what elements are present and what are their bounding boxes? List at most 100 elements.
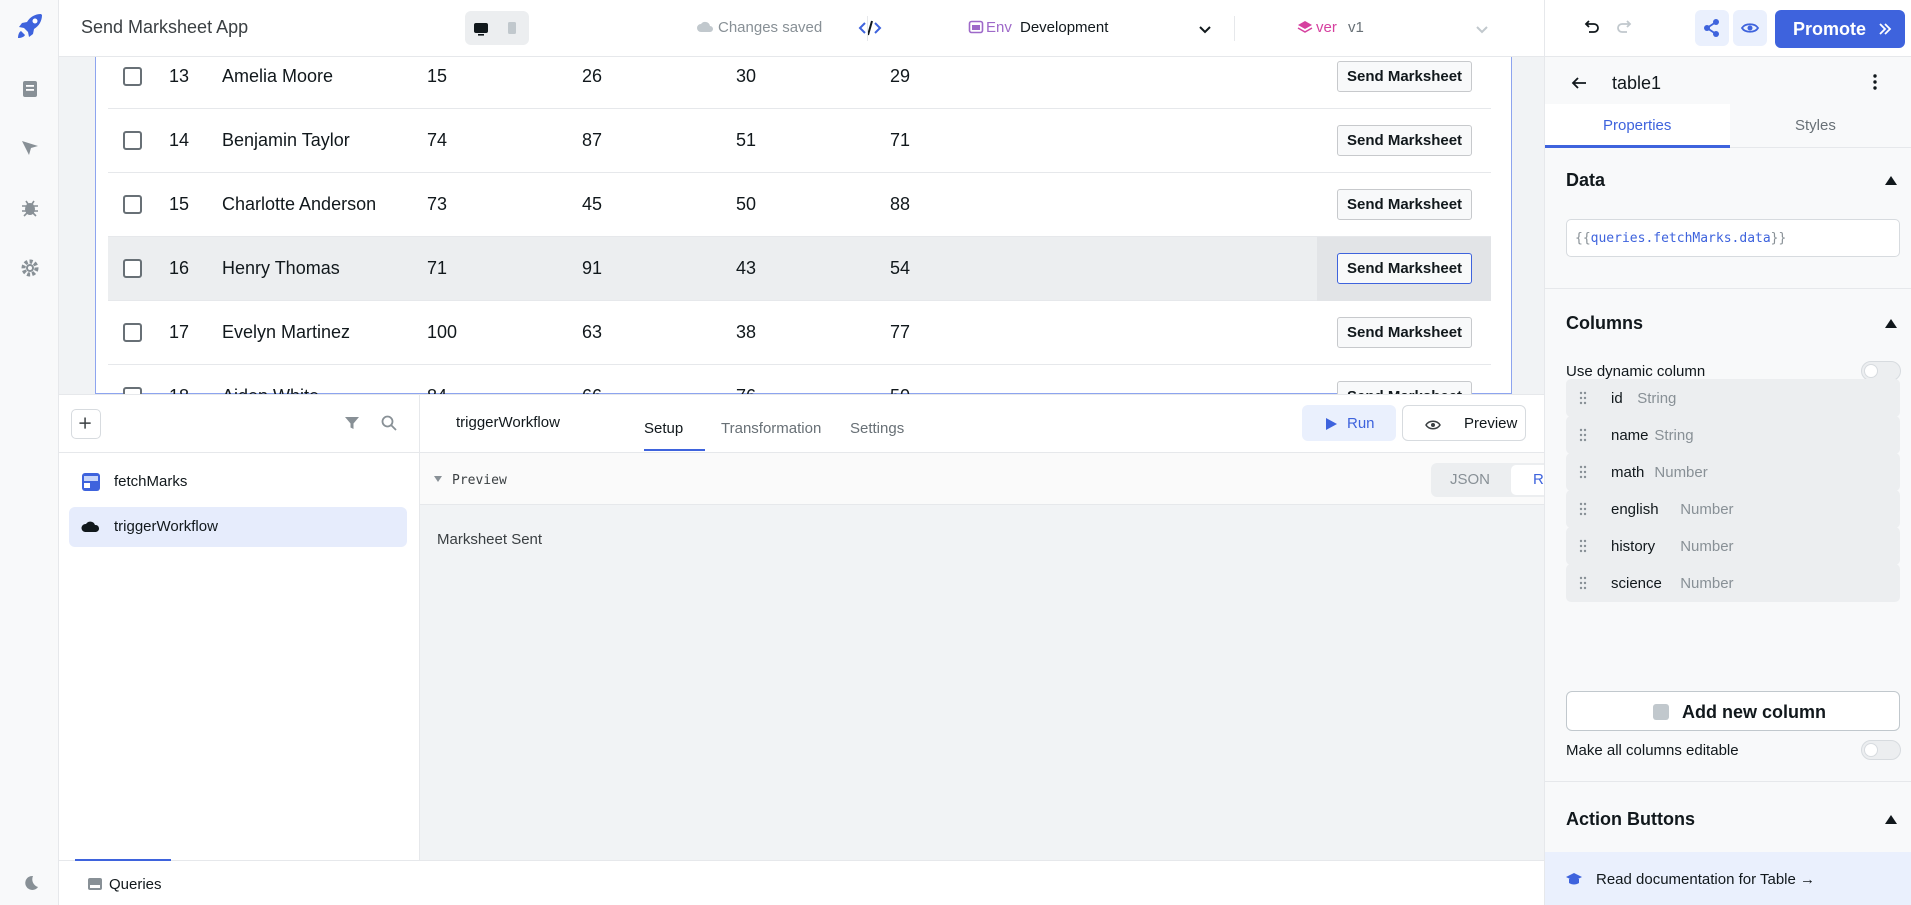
add-new-column-button[interactable]: Add new column <box>1566 691 1900 731</box>
column-row[interactable]: science Number <box>1566 564 1900 602</box>
drag-handle-icon[interactable] <box>1579 465 1587 479</box>
drag-handle-icon[interactable] <box>1579 539 1587 553</box>
divider <box>867 16 868 41</box>
drag-handle-icon[interactable] <box>1579 502 1587 516</box>
table-row[interactable]: 15 Charlotte Anderson 73 45 50 88 Send Markshe… <box>108 173 1491 237</box>
documentation-link[interactable]: Read documentation for Table → <box>1545 852 1911 905</box>
app-title[interactable]: Send Marksheet App <box>81 17 248 38</box>
columns-section-title[interactable]: Columns <box>1566 313 1643 334</box>
cell-english: 63 <box>582 322 603 342</box>
column-name: id <box>1611 390 1623 407</box>
send-marksheet-button[interactable]: Send Marksheet <box>1337 381 1473 394</box>
back-arrow-icon[interactable] <box>1569 73 1589 93</box>
dynamic-column-label: Use dynamic column <box>1566 363 1706 380</box>
add-column-label: Add new column <box>1682 702 1826 722</box>
mobile-icon[interactable] <box>503 19 521 37</box>
send-marksheet-button[interactable]: Send Marksheet <box>1337 125 1473 156</box>
send-marksheet-button[interactable]: Send Marksheet <box>1337 189 1473 220</box>
expr-close-brace: }} <box>1770 231 1787 246</box>
preview-button[interactable]: Preview <box>1402 405 1526 441</box>
play-icon <box>1326 418 1337 430</box>
table-row[interactable]: 17 Evelyn Martinez 100 63 38 77 Send Marksheet <box>108 301 1491 365</box>
cell-name: Aiden White <box>222 386 319 394</box>
send-marksheet-button[interactable]: Send Marksheet <box>1337 317 1473 348</box>
tab-styles[interactable]: Styles <box>1795 117 1836 134</box>
cell-science: 88 <box>890 194 911 214</box>
column-row[interactable]: history Number <box>1566 527 1900 565</box>
more-options-icon[interactable] <box>1865 72 1885 92</box>
dark-mode-moon-icon[interactable] <box>20 873 40 893</box>
collapse-caret-icon[interactable] <box>434 476 442 482</box>
promote-button[interactable]: Promote <box>1775 10 1905 48</box>
column-row[interactable]: id String <box>1566 379 1900 417</box>
settings-gear-icon[interactable] <box>20 258 40 278</box>
rocket-logo-icon[interactable] <box>14 10 46 42</box>
send-marksheet-button[interactable]: Send Marksheet <box>1337 61 1473 92</box>
query-item[interactable]: triggerWorkflow <box>69 507 407 547</box>
row-checkbox[interactable] <box>123 259 142 278</box>
chevron-down-icon[interactable] <box>1196 20 1214 38</box>
filter-icon[interactable] <box>343 414 361 432</box>
undo-icon[interactable] <box>1581 18 1601 38</box>
desktop-icon[interactable] <box>472 19 490 37</box>
column-row[interactable]: english Number <box>1566 490 1900 528</box>
drag-handle-icon[interactable] <box>1579 391 1587 405</box>
collapse-triangle-icon[interactable] <box>1885 176 1897 185</box>
column-row[interactable]: name String <box>1566 416 1900 454</box>
drag-handle-icon[interactable] <box>1579 428 1587 442</box>
column-row[interactable]: math Number <box>1566 453 1900 491</box>
inspector-cursor-icon[interactable] <box>20 138 40 158</box>
tab-settings[interactable]: Settings <box>850 420 904 437</box>
code-toggle-icon[interactable] <box>855 14 885 42</box>
environment-icon <box>968 19 984 35</box>
format-json[interactable]: JSON <box>1433 465 1507 495</box>
search-icon[interactable] <box>380 414 398 432</box>
environment-select[interactable]: Development <box>1020 19 1108 36</box>
query-item[interactable]: fetchMarks <box>69 462 407 502</box>
cell-english: 26 <box>582 66 603 86</box>
component-name[interactable]: table1 <box>1612 73 1661 94</box>
row-checkbox[interactable] <box>123 323 142 342</box>
preview-title: Preview <box>452 473 507 488</box>
debugger-bug-icon[interactable] <box>20 198 40 218</box>
table1-widget[interactable]: 13 Amelia Moore 15 26 30 29 Send Marksheet 14 Be… <box>95 57 1512 394</box>
preview-app-button[interactable] <box>1733 10 1767 46</box>
action-buttons-section-title[interactable]: Action Buttons <box>1566 809 1695 830</box>
dynamic-column-toggle[interactable] <box>1861 361 1901 381</box>
table-row[interactable]: 18 Aiden White 84 66 76 50 Send Marksheet <box>108 365 1491 394</box>
collapse-triangle-icon[interactable] <box>1885 319 1897 328</box>
editable-columns-toggle[interactable] <box>1861 740 1901 760</box>
collapse-triangle-icon[interactable] <box>1885 815 1897 824</box>
row-checkbox[interactable] <box>123 131 142 150</box>
cell-math: 71 <box>427 258 448 278</box>
expr-open-brace: {{ <box>1575 231 1591 246</box>
tab-transformation[interactable]: Transformation <box>721 420 821 437</box>
table-row[interactable]: 14 Benjamin Taylor 74 87 51 71 Send Marksheet <box>108 109 1491 173</box>
redo-icon[interactable] <box>1615 18 1635 38</box>
queries-tab[interactable]: Queries <box>109 876 162 893</box>
data-source-input[interactable]: {{queries.fetchMarks.data}} <box>1566 219 1900 257</box>
promote-label: Promote <box>1793 19 1867 39</box>
version-select[interactable]: v1 <box>1348 19 1364 36</box>
run-button[interactable]: Run <box>1302 405 1396 441</box>
cell-math: 84 <box>427 386 447 394</box>
cell-history: 30 <box>736 66 757 86</box>
pages-icon[interactable] <box>20 79 40 99</box>
drag-handle-icon[interactable] <box>1579 576 1587 590</box>
chevron-down-icon[interactable] <box>1473 20 1491 38</box>
add-query-button[interactable] <box>71 409 101 439</box>
cell-id: 16 <box>169 258 190 278</box>
send-marksheet-button[interactable]: Send Marksheet <box>1337 253 1473 284</box>
table-row[interactable]: 16 Henry Thomas 71 91 43 54 Send Marksheet <box>108 237 1491 301</box>
tab-properties[interactable]: Properties <box>1603 117 1671 134</box>
row-checkbox[interactable] <box>123 67 142 86</box>
run-label: Run <box>1347 415 1375 432</box>
query-panel: fetchMarks triggerWorkflow triggerWorkflo… <box>59 394 1587 861</box>
selected-query-name[interactable]: triggerWorkflow <box>456 414 560 431</box>
data-section-title[interactable]: Data <box>1566 170 1605 191</box>
row-checkbox[interactable] <box>123 387 142 394</box>
row-checkbox[interactable] <box>123 195 142 214</box>
table-row[interactable]: 13 Amelia Moore 15 26 30 29 Send Marksheet <box>108 57 1491 109</box>
tab-setup[interactable]: Setup <box>644 420 683 437</box>
share-button[interactable] <box>1695 10 1729 46</box>
